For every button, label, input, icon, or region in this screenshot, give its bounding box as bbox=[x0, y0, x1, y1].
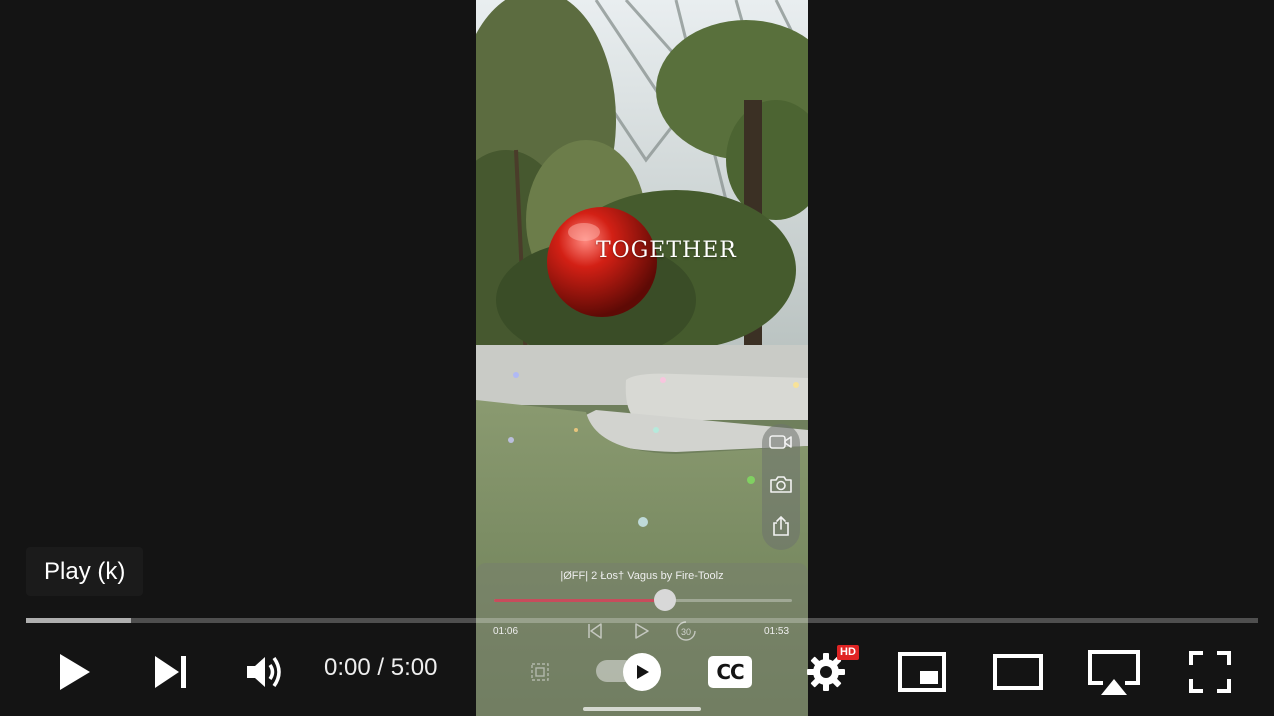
camera-panel bbox=[762, 424, 800, 550]
music-play-icon bbox=[630, 620, 652, 642]
music-title: |ØFF| 2 Łos† Vagus by Fire-Toolz bbox=[560, 570, 724, 582]
music-progress-fill bbox=[494, 599, 664, 602]
music-elapsed: 01:06 bbox=[493, 626, 519, 637]
play-icon bbox=[60, 654, 90, 690]
theater-icon bbox=[993, 654, 1043, 690]
time-separator: / bbox=[370, 654, 391, 681]
ornament-text: TOGETHER bbox=[596, 238, 737, 263]
volume-icon bbox=[247, 656, 281, 688]
autoplay-play-icon bbox=[637, 665, 649, 679]
autoplay-knob[interactable] bbox=[623, 653, 661, 691]
time-total: 5:00 bbox=[390, 654, 438, 681]
airplay-button[interactable] bbox=[1086, 648, 1142, 698]
share-icon[interactable] bbox=[762, 510, 800, 542]
hd-badge: HD bbox=[837, 645, 859, 660]
svg-text:30: 30 bbox=[681, 627, 691, 637]
fullscreen-icon bbox=[1189, 651, 1231, 693]
progress-bar[interactable] bbox=[26, 618, 1258, 623]
subtitles-button[interactable]: CC bbox=[706, 650, 754, 694]
airplay-icon bbox=[1088, 650, 1140, 695]
fullscreen-button[interactable] bbox=[1186, 648, 1234, 696]
camera-icon[interactable] bbox=[762, 468, 800, 500]
music-prev-icon bbox=[584, 620, 606, 642]
home-indicator bbox=[583, 707, 701, 711]
music-duration: 01:53 bbox=[764, 626, 790, 637]
miniplayer-button[interactable] bbox=[896, 650, 948, 694]
video-camera-icon[interactable] bbox=[762, 426, 800, 458]
progress-loaded bbox=[26, 618, 131, 623]
crop-icon bbox=[528, 660, 552, 684]
miniplayer-icon bbox=[898, 652, 946, 692]
next-button[interactable] bbox=[146, 648, 194, 696]
music-progress-knob bbox=[654, 589, 676, 611]
cc-icon: CC bbox=[708, 656, 752, 688]
play-tooltip: Play (k) bbox=[26, 547, 144, 596]
time-current: 0:00 bbox=[324, 654, 371, 681]
theater-mode-button[interactable] bbox=[992, 650, 1044, 694]
next-icon bbox=[155, 656, 186, 688]
time-display: 0:00 / 5:00 bbox=[324, 654, 437, 682]
volume-button[interactable] bbox=[240, 648, 290, 696]
play-button[interactable] bbox=[50, 646, 98, 698]
